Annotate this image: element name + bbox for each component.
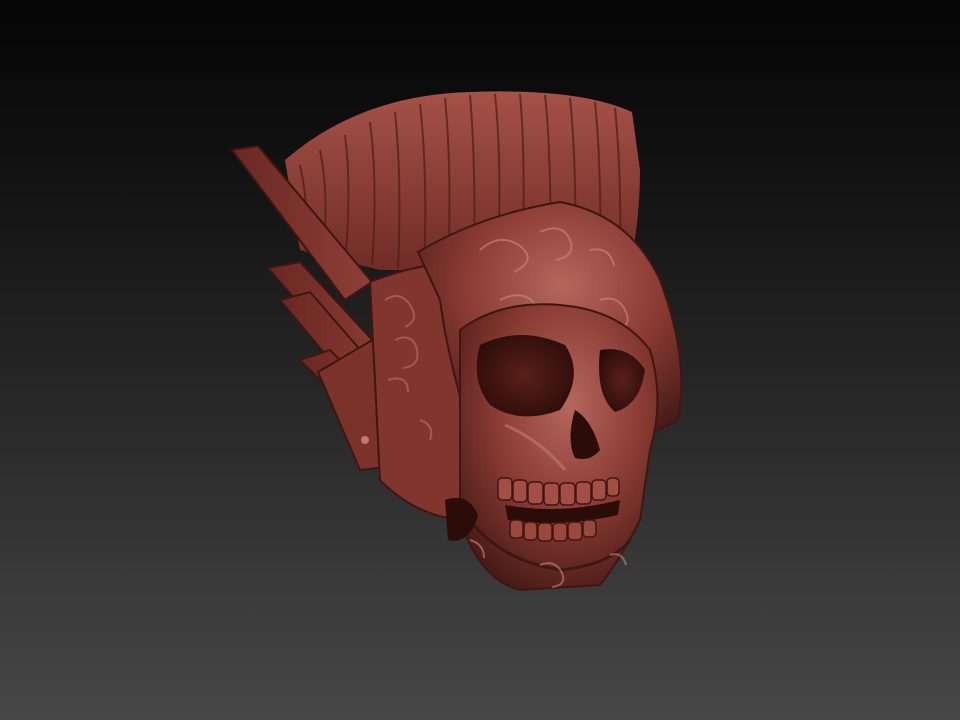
skull-face bbox=[459, 303, 659, 592]
sculpt-render bbox=[230, 91, 683, 592]
eye-socket bbox=[476, 335, 574, 417]
viewport-canvas[interactable] bbox=[0, 0, 960, 720]
